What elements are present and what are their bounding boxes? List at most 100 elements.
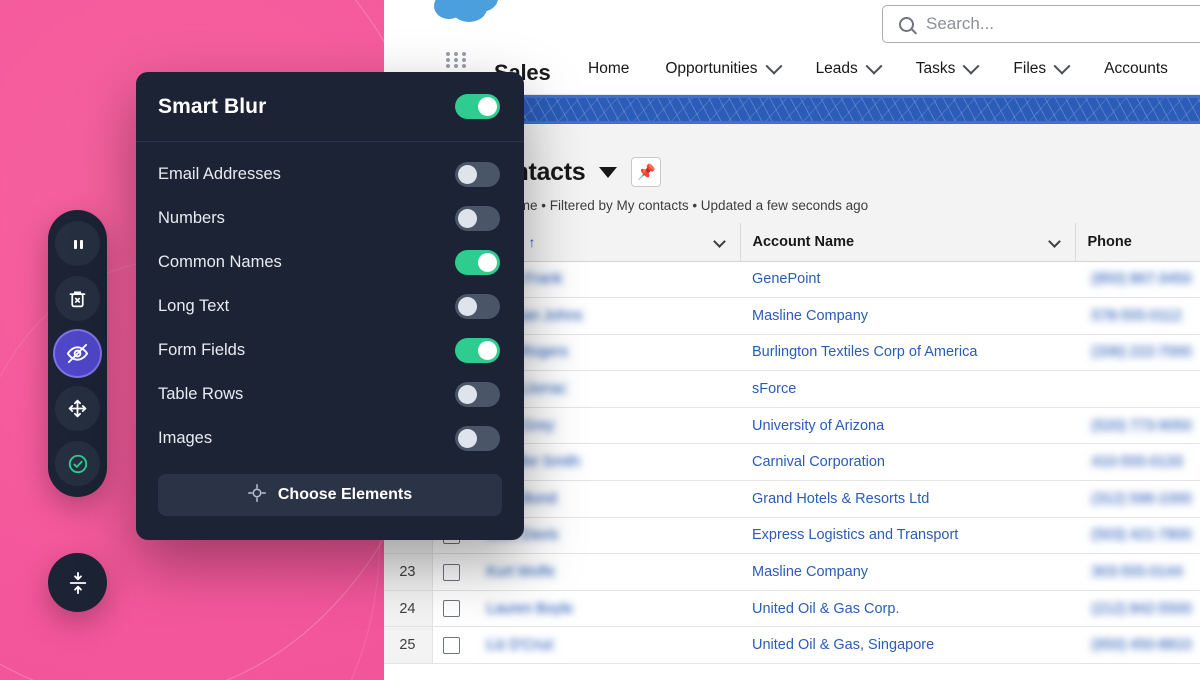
cell-name[interactable]: Lauren Boyle [470, 590, 740, 628]
column-header-phone[interactable]: Phone [1075, 223, 1200, 262]
blur-option-toggle[interactable] [455, 249, 500, 275]
row-checkbox-cell[interactable] [432, 590, 470, 628]
app-launcher-grid-icon[interactable] [446, 52, 468, 68]
column-label: Phone [1087, 233, 1132, 250]
cell-name[interactable]: Kurt Wolfe [470, 553, 740, 591]
cell-phone[interactable]: (650) 450-8810 [1075, 626, 1200, 665]
eye-off-icon[interactable] [55, 331, 100, 376]
blur-option-label: Table Rows [158, 384, 244, 403]
blurred-phone-value: (503) 421-7800 [1087, 526, 1197, 545]
cell-phone[interactable] [1075, 370, 1200, 408]
blurred-phone-value: (336) 222-7000 [1087, 343, 1197, 362]
blur-option-row[interactable]: Form Fields [158, 328, 500, 372]
nav-item-files[interactable]: Files [995, 57, 1086, 78]
cell-account-name[interactable]: Carnival Corporation [740, 443, 1075, 482]
blur-option-label: Form Fields [158, 340, 246, 359]
breadcrumb: Contacts [440, 138, 1200, 153]
nav-label: Files [1013, 60, 1047, 77]
nav-label: Tasks [915, 60, 956, 77]
toggle-knob [478, 252, 497, 272]
cell-account-name[interactable]: University of Arizona [740, 407, 1075, 445]
cell-account-name[interactable]: Masline Company [740, 297, 1075, 335]
choose-elements-label: Choose Elements [277, 486, 413, 503]
blur-option-toggle[interactable] [455, 425, 500, 451]
blur-option-toggle[interactable] [455, 205, 500, 231]
blur-option-row[interactable]: Table Rows [158, 372, 500, 416]
row-checkbox-cell[interactable] [432, 553, 470, 591]
chevron-down-icon[interactable] [1047, 235, 1061, 249]
cell-account-name[interactable]: GenePoint [740, 261, 1075, 299]
cell-account-name[interactable]: United Oil & Gas Corp. [740, 590, 1075, 628]
nav-item-leads[interactable]: Leads [798, 57, 898, 78]
cell-phone[interactable]: (336) 222-7000 [1075, 334, 1200, 372]
chevron-down-icon[interactable] [712, 235, 726, 249]
blur-option-row[interactable]: Images [158, 416, 500, 460]
blur-option-toggle[interactable] [455, 381, 500, 407]
collapse-icon[interactable] [48, 553, 107, 612]
nav-item-opportunities[interactable]: Opportunities [647, 57, 797, 78]
search-input[interactable]: Search... [926, 14, 994, 34]
pin-icon[interactable]: 📌 [631, 157, 662, 187]
cell-account-name[interactable]: Burlington Textiles Corp of America [740, 334, 1075, 372]
blur-option-toggle[interactable] [455, 161, 500, 187]
cell-phone[interactable]: (312) 596-1000 [1075, 480, 1200, 518]
blurred-name-value: Kurt Wolfe [482, 563, 560, 582]
toggle-knob [458, 384, 477, 404]
nav-label: Accounts [1104, 60, 1168, 77]
target-crosshair-icon [247, 483, 266, 507]
cell-phone[interactable]: (212) 842-5500 [1075, 590, 1200, 628]
delete-trash-icon[interactable] [55, 276, 100, 321]
blur-option-toggle[interactable] [455, 293, 500, 319]
cell-account-name[interactable]: Masline Company [740, 553, 1075, 591]
caret-down-icon[interactable] [599, 166, 618, 178]
cell-account-name[interactable]: sForce [740, 370, 1075, 408]
panel-title: Smart Blur [158, 94, 267, 118]
row-checkbox-cell[interactable] [432, 626, 470, 665]
cell-phone[interactable]: (520) 773-9050 [1075, 407, 1200, 445]
blurred-phone-value: (520) 773-9050 [1087, 416, 1197, 435]
blur-option-row[interactable]: Numbers [158, 196, 500, 240]
blur-option-row[interactable]: Long Text [158, 284, 500, 328]
cell-phone[interactable]: (503) 421-7800 [1075, 517, 1200, 555]
row-number: 25 [384, 626, 433, 665]
toggle-knob [458, 208, 477, 228]
check-circle-icon[interactable] [55, 441, 100, 486]
row-number: 23 [384, 553, 433, 591]
smart-blur-master-toggle[interactable] [455, 94, 500, 119]
column-header-account-name[interactable]: Account Name [740, 223, 1076, 262]
toggle-knob [458, 296, 477, 316]
cell-account-name[interactable]: Express Logistics and Transport [740, 517, 1075, 555]
cell-phone[interactable]: (850) 867-3450 [1075, 261, 1200, 299]
nav-item-accounts[interactable]: Accounts [1086, 60, 1186, 78]
pause-icon[interactable] [55, 221, 100, 266]
global-search-box[interactable]: Search... [882, 5, 1200, 43]
toggle-knob [458, 428, 477, 448]
cell-account-name[interactable]: United Oil & Gas, Singapore [740, 626, 1075, 665]
cell-phone[interactable]: 578-555-0112 [1075, 297, 1200, 335]
cell-name[interactable]: Liz D'Cruz [470, 626, 740, 665]
blur-option-label: Common Names [158, 252, 282, 271]
cell-account-name[interactable]: Grand Hotels & Resorts Ltd [740, 480, 1075, 518]
blur-option-row[interactable]: Email Addresses [158, 152, 500, 196]
blur-option-toggle[interactable] [455, 337, 500, 363]
table-row[interactable]: 24 Lauren Boyle United Oil & Gas Corp. (212… [384, 590, 1200, 628]
cell-phone[interactable]: 303-555-0144 [1075, 553, 1200, 591]
panel-header: Smart Blur [136, 72, 524, 142]
row-checkbox[interactable] [442, 636, 460, 654]
blur-option-row[interactable]: Common Names [158, 240, 500, 284]
screen-root: Sales Home Opportunities Leads Tasks Fil… [0, 0, 1200, 680]
move-arrows-icon[interactable] [55, 386, 100, 431]
blurred-phone-value: 410-555-0133 [1087, 453, 1188, 472]
blurred-name-value: Liz D'Cruz [482, 636, 559, 655]
choose-elements-button[interactable]: Choose Elements [158, 474, 502, 516]
row-checkbox[interactable] [442, 563, 460, 581]
row-checkbox[interactable] [442, 600, 460, 618]
nav-item-home[interactable]: Home [588, 60, 647, 78]
nav-item-tasks[interactable]: Tasks [898, 57, 996, 78]
list-view-meta: Sorted by Name • Filtered by My contacts… [440, 198, 869, 213]
cell-phone[interactable]: 410-555-0133 [1075, 443, 1200, 482]
table-row[interactable]: 25 Liz D'Cruz United Oil & Gas, Singapore (… [384, 626, 1200, 665]
table-row[interactable]: 23 Kurt Wolfe Masline Company 303-555-0144 [384, 553, 1200, 591]
blur-option-label: Numbers [158, 208, 225, 227]
blur-option-label: Images [158, 428, 213, 447]
